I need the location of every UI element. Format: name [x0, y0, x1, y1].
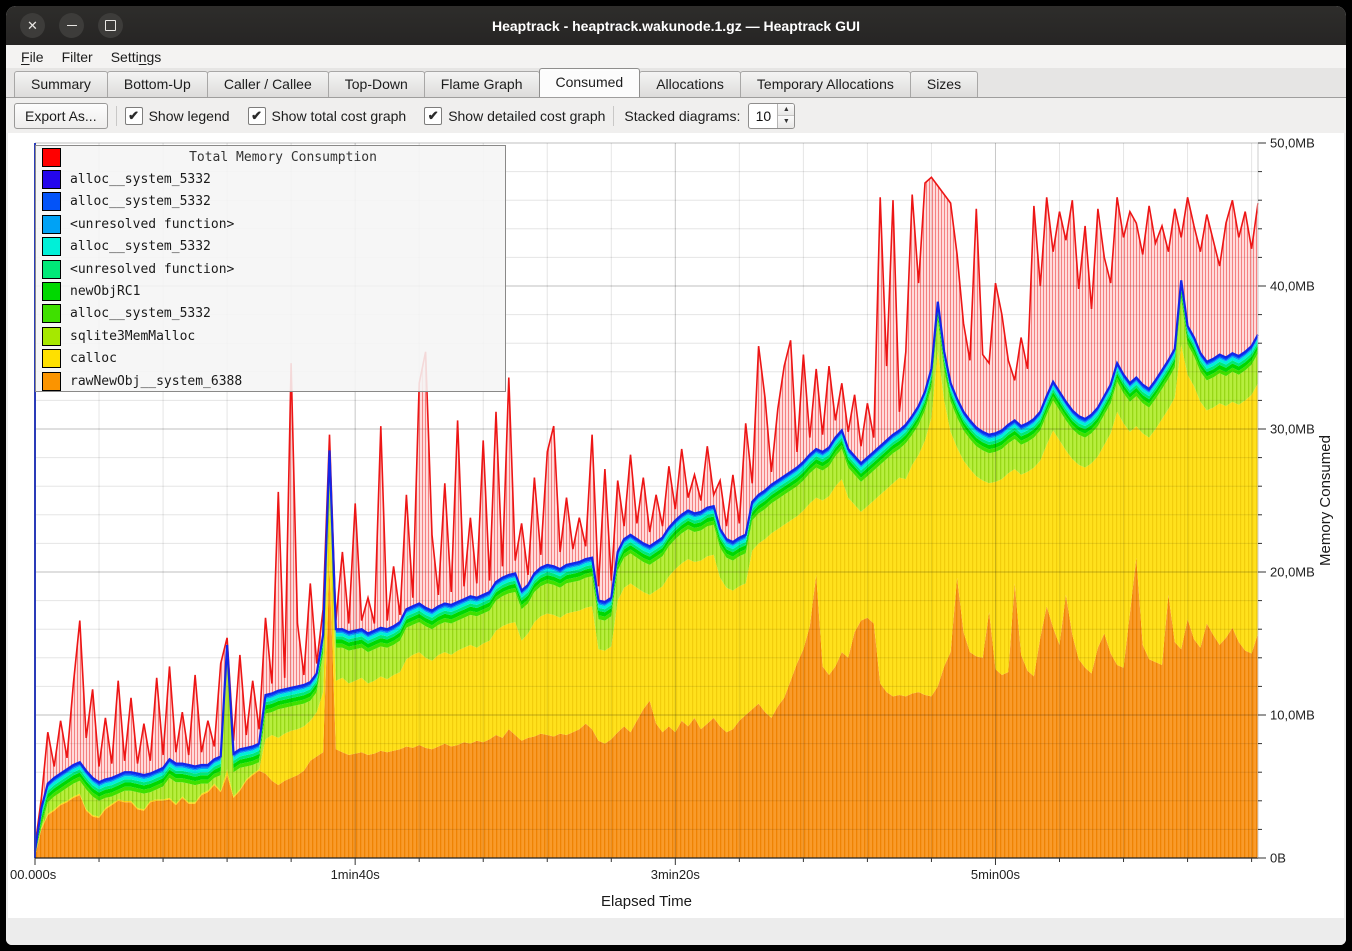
maximize-icon[interactable]	[98, 13, 123, 38]
spinner-up-icon[interactable]: ▲	[778, 104, 794, 117]
legend-item: calloc	[36, 348, 505, 370]
legend-label: alloc__system_5332	[70, 239, 211, 254]
legend-label: <unresolved function>	[70, 262, 234, 277]
legend-item: newObjRC1	[36, 280, 505, 302]
x-tick-label: 1min40s	[331, 867, 381, 882]
legend-swatch	[42, 215, 61, 234]
legend-label: alloc__system_5332	[70, 172, 211, 187]
legend-label: rawNewObj__system_6388	[70, 374, 242, 389]
toolbar: Export As... ✔ Show legend ✔ Show total cos…	[6, 98, 1346, 133]
legend-label: sqlite3MemMalloc	[70, 329, 195, 344]
titlebar: ✕ Heaptrack - heaptrack.wakunode.1.gz — …	[6, 6, 1346, 45]
tab-top-down[interactable]: Top-Down	[328, 71, 425, 97]
checkbox-show-total-cost-graph[interactable]: ✔ Show total cost graph	[248, 107, 407, 125]
legend-item: rawNewObj__system_6388	[36, 370, 505, 392]
legend-label: newObjRC1	[70, 284, 140, 299]
y-tick-label: 20,0MB	[1270, 565, 1315, 580]
toolbar-separator	[613, 106, 614, 126]
tab-summary[interactable]: Summary	[14, 71, 108, 97]
checkbox-label: Show detailed cost graph	[448, 108, 605, 124]
legend-label: <unresolved function>	[70, 217, 234, 232]
legend-swatch	[42, 282, 61, 301]
checkbox-check-icon[interactable]: ✔	[424, 107, 442, 125]
spinner-down-icon[interactable]: ▼	[778, 116, 794, 128]
legend-swatch	[42, 192, 61, 211]
close-icon[interactable]: ✕	[20, 13, 45, 38]
menubar: FileFilterSettings	[6, 45, 1346, 68]
x-axis-title: Elapsed Time	[601, 893, 692, 910]
legend-swatch	[42, 349, 61, 368]
stacked-diagrams-value[interactable]: 10	[749, 104, 777, 128]
minimize-icon[interactable]	[59, 13, 84, 38]
tab-bar: SummaryBottom-UpCaller / CalleeTop-DownF…	[6, 68, 1346, 98]
checkbox-label: Show total cost graph	[272, 108, 407, 124]
y-tick-label: 10,0MB	[1270, 708, 1315, 723]
tab-flame-graph[interactable]: Flame Graph	[424, 71, 540, 97]
y-tick-label: 30,0MB	[1270, 422, 1315, 437]
y-tick-label: 40,0MB	[1270, 279, 1315, 294]
tab-consumed[interactable]: Consumed	[539, 68, 641, 97]
tab-allocations[interactable]: Allocations	[639, 71, 741, 97]
legend-swatch	[42, 237, 61, 256]
legend-label: alloc__system_5332	[70, 306, 211, 321]
chart-legend: Total Memory Consumption alloc__system_53…	[35, 145, 506, 392]
checkbox-check-icon[interactable]: ✔	[248, 107, 266, 125]
legend-swatch	[42, 327, 61, 346]
legend-item: alloc__system_5332	[36, 191, 505, 213]
export-as-button[interactable]: Export As...	[14, 103, 108, 129]
legend-title-row: Total Memory Consumption	[36, 146, 505, 168]
legend-label: calloc	[70, 351, 117, 366]
checkbox-show-detailed-cost-graph[interactable]: ✔ Show detailed cost graph	[424, 107, 605, 125]
x-tick-label: 00.000s	[10, 867, 57, 882]
checkbox-show-legend[interactable]: ✔ Show legend	[125, 107, 230, 125]
tab-temporary-allocations[interactable]: Temporary Allocations	[740, 71, 911, 97]
legend-swatch	[42, 372, 61, 391]
tab-bottom-up[interactable]: Bottom-Up	[107, 71, 208, 97]
tab-sizes[interactable]: Sizes	[910, 71, 978, 97]
legend-label: alloc__system_5332	[70, 194, 211, 209]
checkbox-group: ✔ Show legend ✔ Show total cost graph ✔ Show …	[125, 107, 606, 125]
x-tick-label: 3min20s	[651, 867, 701, 882]
checkbox-label: Show legend	[149, 108, 230, 124]
checkbox-check-icon[interactable]: ✔	[125, 107, 143, 125]
y-tick-label: 0B	[1270, 851, 1286, 866]
x-tick-label: 5min00s	[971, 867, 1021, 882]
legend-item: alloc__system_5332	[36, 236, 505, 258]
legend-swatch	[42, 260, 61, 279]
legend-label: Total Memory Consumption	[61, 150, 505, 165]
menu-settings[interactable]: Settings	[102, 47, 171, 67]
memory-consumption-chart[interactable]: 0B 10,0MB 20,0MB 30,0MB 40,0MB 50,0MB 00.000s 1…	[8, 133, 1344, 918]
window-title: Heaptrack - heaptrack.wakunode.1.gz — He…	[6, 18, 1346, 34]
legend-item: alloc__system_5332	[36, 303, 505, 325]
toolbar-separator	[116, 106, 117, 126]
y-tick-label: 50,0MB	[1270, 136, 1315, 151]
stacked-diagrams-spinner[interactable]: 10 ▲ ▼	[748, 103, 795, 129]
status-strip	[6, 918, 1346, 945]
heaptrack-window: ✕ Heaptrack - heaptrack.wakunode.1.gz — …	[6, 6, 1346, 945]
y-axis-title: Memory Consumed	[1317, 435, 1334, 566]
legend-swatch	[42, 170, 61, 189]
menu-filter[interactable]: Filter	[53, 47, 102, 67]
legend-item: <unresolved function>	[36, 258, 505, 280]
tab-caller-callee[interactable]: Caller / Callee	[207, 71, 329, 97]
menu-file[interactable]: File	[12, 47, 53, 67]
legend-item: alloc__system_5332	[36, 168, 505, 190]
stacked-diagrams-label: Stacked diagrams:	[624, 108, 740, 124]
legend-swatch	[42, 304, 61, 323]
legend-swatch	[42, 148, 61, 167]
legend-item: <unresolved function>	[36, 213, 505, 235]
legend-item: sqlite3MemMalloc	[36, 325, 505, 347]
window-controls: ✕	[20, 13, 123, 38]
spinner-arrows: ▲ ▼	[777, 104, 794, 128]
